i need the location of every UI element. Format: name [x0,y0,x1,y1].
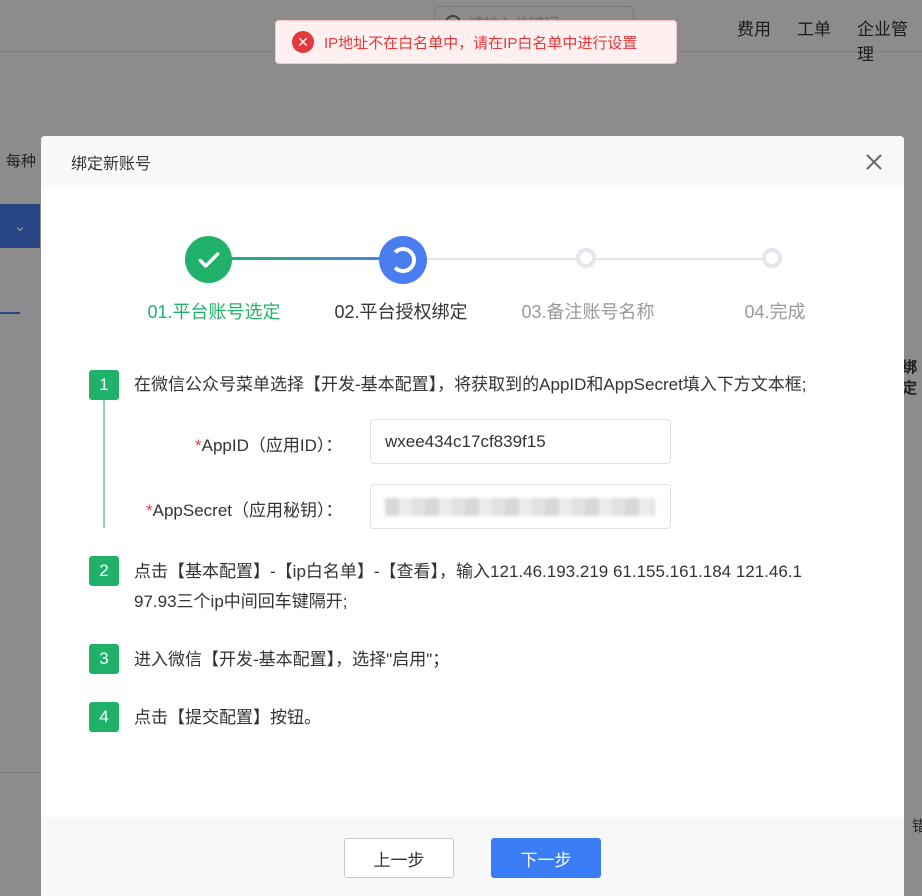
appsecret-input[interactable] [370,484,671,529]
step-number-3: 3 [89,644,119,674]
instruction-2-text-line1: 点击【基本配置】-【ip白名单】-【查看】，输入121.46.193.219 6… [134,562,803,581]
dialog-header: 绑定新账号 [41,136,904,188]
instruction-4-text: 点击【提交配置】按钮。 [134,708,321,727]
toast-message: IP地址不在白名单中，请在IP白名单中进行设置 [324,34,638,52]
step-connector-1 [208,257,403,260]
appsecret-label: *AppSecret（应用秘钥）： [146,496,343,521]
masked-secret [385,497,655,516]
step-1-label: 01.平台账号选定 [147,302,281,322]
step-3-label: 03.备注账号名称 [521,302,655,322]
required-mark: * [195,436,202,455]
step-connector-2 [403,258,586,260]
step-2-active [379,236,427,284]
appid-input[interactable]: wxee434c17cf839f15 [370,419,671,464]
step-number-4: 4 [89,702,119,732]
instruction-1-text: 在微信公众号菜单选择【开发-基本配置】，将获取到的AppID和AppSecret… [134,375,807,394]
bind-account-dialog: 绑定新账号 01.平台账号选定 02.平台授权绑定 03.备注账号名称 04.完… [41,136,904,896]
error-toast: ✕ IP地址不在白名单中，请在IP白名单中进行设置 [275,20,677,64]
prev-step-button[interactable]: 上一步 [344,838,454,878]
appid-label: *AppID（应用ID）： [195,431,342,456]
step-connector-3 [586,258,773,260]
required-mark: * [146,501,153,520]
step-3-pending [576,248,596,268]
step-number-2: 2 [89,556,119,586]
step-4-pending [762,248,782,268]
loading-icon [390,247,416,273]
error-icon: ✕ [292,31,314,53]
close-icon[interactable] [864,152,884,172]
instruction-2-text-line2: 97.93三个ip中间回车键隔开; [134,592,348,611]
instruction-3-text: 进入微信【开发-基本配置】，选择"启用"； [134,650,450,669]
dialog-footer: 上一步 下一步 [41,817,904,896]
appsecret-label-text: AppSecret（应用秘钥）： [152,501,343,520]
check-icon [198,251,219,268]
step-2-label: 02.平台授权绑定 [334,302,468,322]
next-step-button[interactable]: 下一步 [491,838,601,878]
instruction-connector [103,400,105,528]
step-4-label: 04.完成 [744,302,806,322]
step-1-done [185,236,232,283]
appid-label-text: AppID（应用ID）： [201,436,343,455]
dialog-title: 绑定新账号 [71,156,152,173]
step-number-1: 1 [89,370,119,400]
